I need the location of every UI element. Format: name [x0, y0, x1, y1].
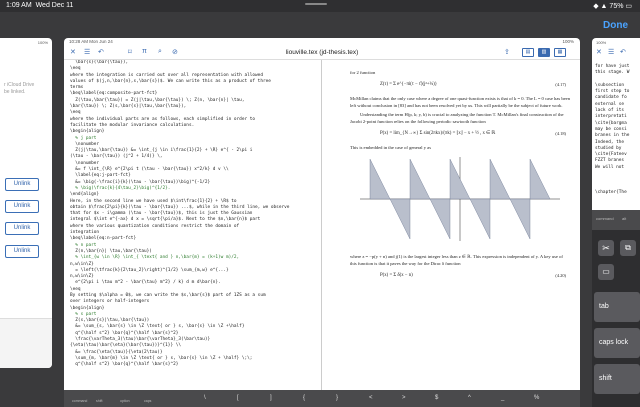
- shortcut-key[interactable]: %: [534, 395, 539, 401]
- layout-split-button[interactable]: ▥: [538, 48, 550, 57]
- done-button[interactable]: Done: [603, 20, 628, 31]
- device-status-bar: 1:09 AM Wed Dec 11 ◆ ▲ 75% ▭: [0, 0, 640, 12]
- shortcut-key[interactable]: <: [369, 395, 373, 401]
- shortcut-key[interactable]: caps: [144, 399, 151, 403]
- list-icon[interactable]: ☰: [608, 48, 614, 56]
- tab-key[interactable]: tab: [594, 292, 640, 322]
- right-source-text: for have just this stage. W \subsection fir…: [595, 64, 629, 196]
- right-source-line: branes in the: [595, 133, 630, 139]
- right-status: 100%: [596, 40, 607, 45]
- main-app-card[interactable]: 10:28 AM Mon Jun 24 100% ✕ ☰ ↶ ⌑ π ⌕ ⊘ l…: [64, 38, 580, 407]
- left-app-text: r iCloud Drive be linked.: [4, 82, 35, 95]
- shortcut-key[interactable]: $: [435, 395, 438, 401]
- pdf-para-3: Understanding the term H(p, k; y, b) is …: [350, 112, 564, 124]
- unlink-button-1[interactable]: Unlink: [5, 178, 39, 191]
- unlink-button-2[interactable]: Unlink: [5, 200, 39, 213]
- main-status-bar: 10:28 AM Mon Jun 24 100%: [69, 39, 574, 44]
- pdf-equation-3: P(x) = Σ δ(x − n) (4.20): [380, 273, 566, 279]
- left-app-footer: [0, 318, 52, 368]
- shortcut-key[interactable]: command: [72, 399, 87, 403]
- shortcut-key[interactable]: ]: [270, 395, 272, 401]
- onscreen-keyboard: command alt ✂ ⧉ ▭ tab caps lock shift: [592, 210, 640, 407]
- keyboard-shortcut-bar: command shift option caps \ [] {} < > $ ^ _%: [64, 390, 580, 407]
- undo-icon[interactable]: ↶: [620, 48, 626, 56]
- shortcut-key[interactable]: \: [204, 395, 206, 401]
- pdf-para-2: McMillan claims that the only case where…: [350, 96, 570, 108]
- shortcut-key[interactable]: {: [303, 395, 305, 401]
- shortcut-key[interactable]: _: [501, 395, 504, 401]
- layout-preview-button[interactable]: ▦: [554, 48, 566, 57]
- source-line[interactable]: q^{\half s^2} \bar{q}^{\half \bar{s}^2}: [70, 362, 321, 368]
- copy-icon[interactable]: ⧉: [620, 240, 636, 256]
- device-battery: ◆ ▲ 75% ▭: [593, 3, 632, 10]
- shortcut-key[interactable]: [: [237, 395, 239, 401]
- shortcut-key[interactable]: >: [402, 395, 406, 401]
- right-source-line: \chapter{The: [595, 189, 627, 195]
- right-source-line: candidate fo: [595, 95, 627, 101]
- layout-editor-button[interactable]: ▤: [522, 48, 534, 57]
- sawtooth-plot: [360, 157, 560, 242]
- pdf-equation-2: P(x) = lim_{N→∞} Σ sin(2πkx)/(πk) = ⌊x⌋ …: [380, 131, 566, 137]
- pdf-para-5: where z = −p(y + n) and j(1) is the larg…: [350, 254, 563, 266]
- right-app-card[interactable]: 100% ✕ ☰ ↶ for have just this stage. W \su…: [592, 38, 640, 407]
- right-source-line: interpretati: [595, 114, 627, 120]
- shortcut-key[interactable]: shift: [96, 399, 102, 403]
- shortcut-key[interactable]: ^: [468, 395, 471, 401]
- keyboard-top-row: command alt: [592, 210, 640, 230]
- left-app-card[interactable]: 100% r iCloud Drive be linked. Unlink Un…: [0, 38, 52, 368]
- unlink-button-3[interactable]: Unlink: [5, 222, 39, 235]
- pdf-preview[interactable]: for 2 function Z(τ) = Σ e^{−πi(τ − τ̄)(j…: [324, 60, 580, 390]
- tex-source-editor[interactable]: \bar{s}(\bar{\tau}), \eeq where the integr…: [64, 60, 322, 390]
- paste-icon[interactable]: ▭: [598, 264, 614, 280]
- shortcut-key[interactable]: }: [336, 395, 338, 401]
- editor-toolbar: ✕ ☰ ↶ ⌑ π ⌕ ⊘ liouville.tex (jd-thesis.t…: [64, 46, 580, 60]
- cut-icon[interactable]: ✂: [598, 240, 614, 256]
- right-source-line: this stage. W: [595, 70, 630, 76]
- shift-key[interactable]: shift: [594, 364, 640, 394]
- device-time: 1:09 AM Wed Dec 11: [6, 2, 74, 9]
- shortcut-key[interactable]: option: [120, 399, 130, 403]
- close-icon[interactable]: ✕: [596, 48, 602, 56]
- pdf-para-1: for 2 function: [350, 70, 376, 75]
- share-icon[interactable]: ⇪: [504, 48, 510, 56]
- pdf-para-4: This is embedded in the case of general …: [350, 145, 432, 151]
- unlink-button-4[interactable]: Unlink: [5, 245, 39, 258]
- pdf-equation-1: Z(τ) = Σ e^{−πi(τ − τ̄)(j²+¼)} (4.17): [380, 82, 566, 88]
- caps-lock-key[interactable]: caps lock: [594, 328, 640, 358]
- left-status: 100%: [37, 40, 48, 45]
- multitasking-indicator: [305, 3, 327, 5]
- file-title: liouville.tex (jd-thesis.tex): [285, 49, 359, 56]
